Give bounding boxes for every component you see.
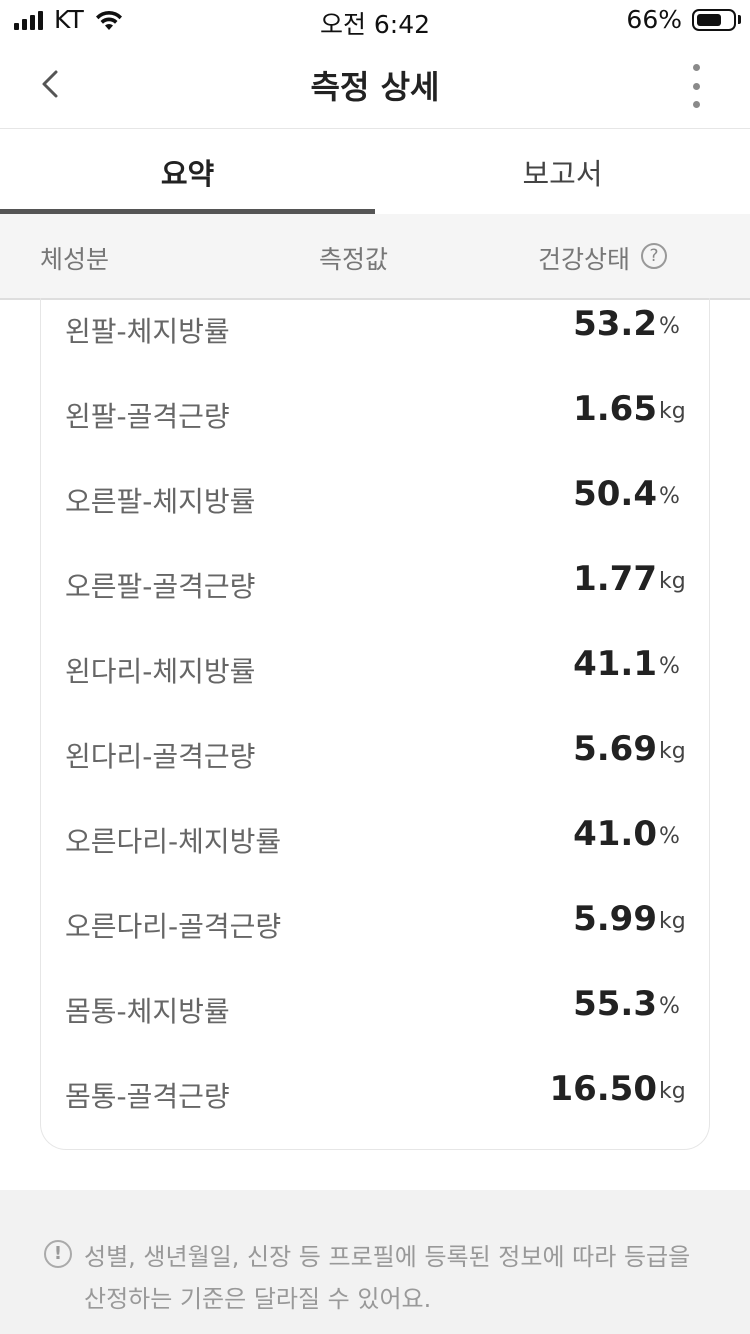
list-item: 몸통-골격근량 16.50 kg (65, 1063, 687, 1123)
measurement-card: 왼팔-체지방률 53.2 % 왼팔-골격근량 1.65 kg 오른팔-체지방률 … (40, 298, 710, 1150)
row-value: 1.77 (573, 559, 657, 599)
row-label: 몸통-골격근량 (65, 1080, 230, 1113)
column-measurement: 측정값 (319, 245, 389, 274)
row-value: 5.69 (573, 729, 657, 769)
battery-icon (692, 9, 736, 31)
list-item: 오른팔-체지방률 50.4 % (65, 468, 687, 528)
row-unit: kg (659, 909, 686, 934)
battery-percent: 66% (626, 5, 682, 34)
row-value: 16.50 (549, 1069, 657, 1109)
row-value: 1.65 (573, 389, 657, 429)
row-unit: kg (659, 569, 686, 594)
row-label: 오른팔-골격근량 (65, 570, 256, 603)
row-value: 5.99 (573, 899, 657, 939)
list-item: 몸통-체지방률 55.3 % (65, 978, 687, 1038)
row-label: 오른다리-체지방률 (65, 825, 282, 858)
list-item: 왼다리-골격근량 5.69 kg (65, 723, 687, 783)
row-unit: kg (659, 399, 686, 424)
status-bar: KT 오전 6:42 66% (0, 0, 750, 40)
list-item: 오른다리-체지방률 41.0 % (65, 808, 687, 868)
info-icon: ! (44, 1240, 72, 1268)
row-unit: % (659, 824, 680, 849)
tab-bar: 요약 보고서 (0, 129, 750, 214)
question-icon[interactable]: ? (641, 243, 667, 269)
row-unit: kg (659, 739, 686, 764)
row-unit: % (659, 654, 680, 679)
row-unit: % (659, 314, 680, 339)
more-vertical-icon[interactable] (686, 64, 706, 108)
notice-text: 성별, 생년월일, 신장 등 프로필에 등록된 정보에 따라 등급을 산정하는 … (84, 1243, 691, 1313)
list-item: 왼다리-체지방률 41.1 % (65, 638, 687, 698)
tab-report[interactable]: 보고서 (375, 129, 750, 214)
tab-summary[interactable]: 요약 (0, 129, 375, 214)
list-item: 오른팔-골격근량 1.77 kg (65, 553, 687, 613)
row-label: 오른다리-골격근량 (65, 910, 282, 943)
header: 측정 상세 (0, 40, 750, 129)
row-value: 41.1 (573, 644, 657, 684)
list-item: 왼팔-골격근량 1.65 kg (65, 383, 687, 443)
row-label: 왼팔-골격근량 (65, 400, 230, 433)
column-header: 체성분 측정값 건강상태 (0, 214, 750, 300)
row-unit: kg (659, 1079, 686, 1104)
row-value: 50.4 (573, 474, 657, 514)
row-label: 오른팔-체지방률 (65, 485, 256, 518)
list-item: 오른다리-골격근량 5.99 kg (65, 893, 687, 953)
notice-box: ! 성별, 생년월일, 신장 등 프로필에 등록된 정보에 따라 등급을 산정하… (0, 1190, 750, 1334)
row-unit: % (659, 484, 680, 509)
row-unit: % (659, 994, 680, 1019)
list-item: 왼팔-체지방률 53.2 % (65, 298, 687, 358)
page-title: 측정 상세 (310, 68, 440, 106)
column-body-composition: 체성분 (40, 245, 110, 274)
row-value: 41.0 (573, 814, 657, 854)
row-label: 몸통-체지방률 (65, 995, 230, 1028)
row-label: 왼다리-체지방률 (65, 655, 256, 688)
row-label: 왼다리-골격근량 (65, 740, 256, 773)
row-label: 왼팔-체지방률 (65, 315, 230, 348)
row-value: 55.3 (573, 984, 657, 1024)
row-value: 53.2 (573, 304, 657, 344)
column-health-status: 건강상태 (538, 245, 631, 274)
